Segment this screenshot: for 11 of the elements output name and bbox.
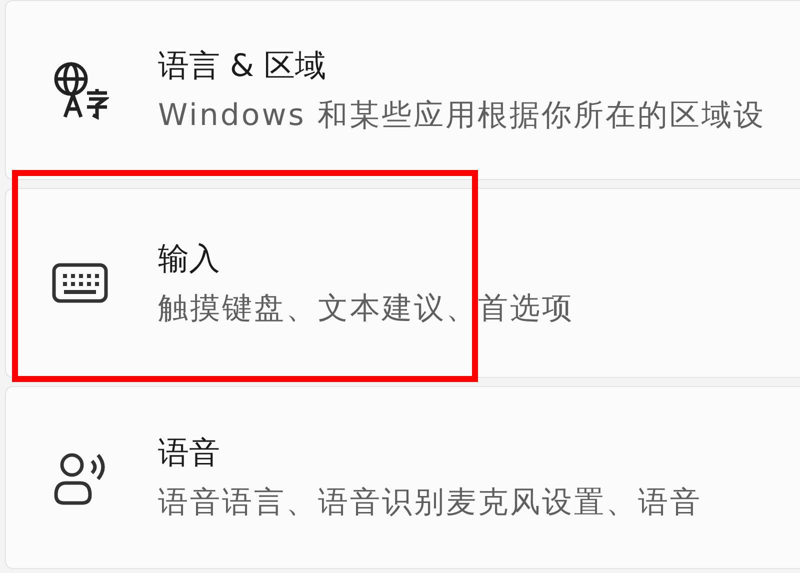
speech-icon <box>52 450 108 504</box>
settings-card[interactable]: 语音 语音语言、语音识别麦克风设置、语音 <box>5 386 800 569</box>
setting-title: 输入 <box>158 240 221 278</box>
setting-title: 语言 & 区域 <box>158 46 327 86</box>
settings-card[interactable]: 输入 触摸键盘、文本建议、首选项 <box>5 188 800 378</box>
setting-description: 触摸键盘、文本建议、首选项 <box>158 290 574 328</box>
settings-card[interactable]: 语言 & 区域 Windows 和某些应用根据你所在的区域设 <box>5 0 800 180</box>
setting-description: Windows 和某些应用根据你所在的区域设 <box>158 96 766 134</box>
setting-title: 语音 <box>158 434 221 473</box>
setting-description: 语音语言、语音识别麦克风设置、语音 <box>158 484 702 522</box>
keyboard-icon <box>52 263 108 303</box>
